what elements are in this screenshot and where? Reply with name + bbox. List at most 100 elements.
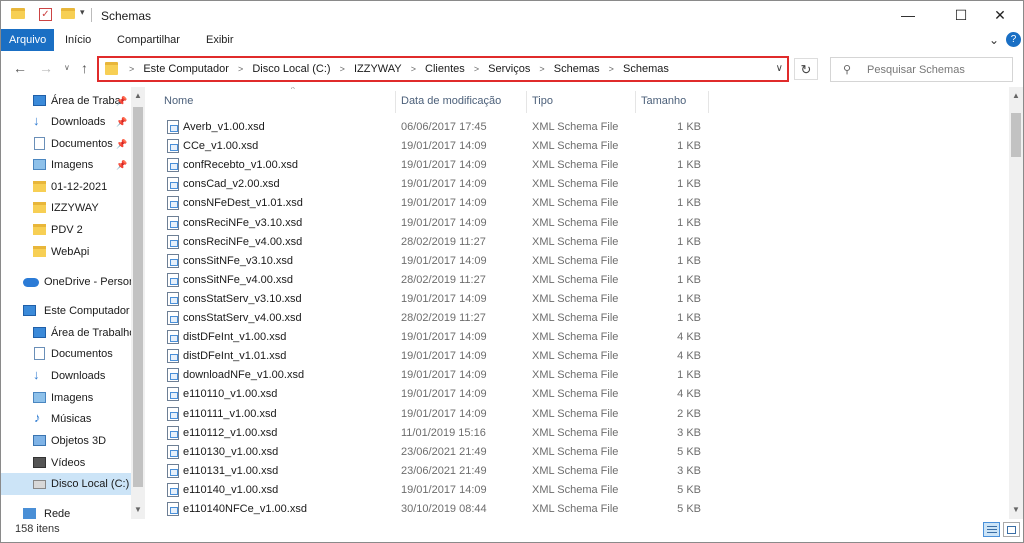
- scroll-down-icon[interactable]: ▼: [131, 505, 145, 514]
- nav-item-downloads-pc[interactable]: ↓ Downloads: [1, 365, 131, 387]
- file-row[interactable]: distDFeInt_v1.01.xsd 19/01/2017 14:09 XML …: [147, 347, 707, 366]
- tab-exibir[interactable]: Exibir: [206, 29, 234, 51]
- recent-locations-icon[interactable]: ∨: [64, 63, 70, 72]
- nav-item-este-computador[interactable]: Este Computador: [1, 300, 131, 322]
- minimize-button[interactable]: —: [885, 1, 931, 29]
- scroll-up-icon[interactable]: ▲: [131, 91, 145, 100]
- nav-item-objetos-3d[interactable]: Objetos 3D: [1, 430, 131, 452]
- file-type: XML Schema File: [532, 369, 619, 382]
- file-list-scrollbar[interactable]: ▲ ▼: [1009, 87, 1023, 519]
- details-view-button[interactable]: [983, 522, 1000, 537]
- nav-item-izzyway[interactable]: IZZYWAY: [1, 197, 131, 219]
- file-row[interactable]: e110131_v1.00.xsd 23/06/2021 21:49 XML Sch…: [147, 462, 707, 481]
- nav-item-label: Documentos: [51, 138, 113, 150]
- file-row[interactable]: consNFeDest_v1.01.xsd 19/01/2017 14:09 XML…: [147, 194, 707, 213]
- file-row[interactable]: e110111_v1.00.xsd 19/01/2017 14:09 XML Sch…: [147, 405, 707, 424]
- file-name: e110130_v1.00.xsd: [183, 445, 279, 458]
- nav-item-webapi[interactable]: WebApi: [1, 241, 131, 263]
- close-button[interactable]: ✕: [977, 1, 1023, 29]
- forward-arrow-icon[interactable]: →: [39, 60, 53, 76]
- column-header-tamanho[interactable]: Tamanho: [641, 87, 686, 115]
- nav-item-documentos-pc[interactable]: Documentos: [1, 343, 131, 365]
- file-row[interactable]: consSitNFe_v4.00.xsd 28/02/2019 11:27 XML …: [147, 271, 707, 290]
- file-size: 1 KB: [677, 178, 701, 191]
- back-arrow-icon[interactable]: ←: [13, 60, 27, 76]
- refresh-button[interactable]: ↻: [794, 58, 818, 80]
- search-input[interactable]: ⚲ Pesquisar Schemas: [830, 57, 1013, 82]
- scroll-up-icon[interactable]: ▲: [1009, 91, 1023, 100]
- new-folder-icon[interactable]: [61, 8, 75, 19]
- crumb-schemas-current[interactable]: Schemas: [623, 58, 669, 80]
- nav-item-imagens-pc[interactable]: Imagens: [1, 387, 131, 409]
- nav-item-videos[interactable]: Vídeos: [1, 452, 131, 474]
- chevron-right-icon[interactable]: >: [129, 58, 134, 80]
- file-row[interactable]: consReciNFe_v3.10.xsd 19/01/2017 14:09 XML…: [147, 214, 707, 233]
- up-arrow-icon[interactable]: ↑: [81, 60, 88, 76]
- crumb-servicos[interactable]: Serviços: [488, 58, 530, 80]
- file-row[interactable]: downloadNFe_v1.00.xsd 19/01/2017 14:09 XML…: [147, 366, 707, 385]
- nav-item-disco-local[interactable]: Disco Local (C:): [1, 473, 131, 495]
- chevron-right-icon[interactable]: >: [539, 58, 544, 80]
- column-header-tipo[interactable]: Tipo: [532, 87, 553, 115]
- nav-item-onedrive[interactable]: OneDrive - Persor: [1, 271, 133, 293]
- quick-access-toolbar-dropdown-icon[interactable]: ▾: [80, 7, 85, 18]
- column-divider[interactable]: [526, 91, 527, 113]
- address-bar[interactable]: > Este Computador > Disco Local (C:) > I…: [97, 56, 789, 82]
- file-row[interactable]: e110112_v1.00.xsd 11/01/2019 15:16 XML Sch…: [147, 424, 707, 443]
- file-row[interactable]: Averb_v1.00.xsd 06/06/2017 17:45 XML Schem…: [147, 118, 707, 137]
- crumb-disco-local[interactable]: Disco Local (C:): [252, 58, 330, 80]
- file-row[interactable]: confRecebto_v1.00.xsd 19/01/2017 14:09 XML…: [147, 156, 707, 175]
- file-size: 1 KB: [677, 312, 701, 324]
- file-row[interactable]: e110130_v1.00.xsd 23/06/2021 21:49 XML Sch…: [147, 443, 707, 462]
- large-icons-view-button[interactable]: [1003, 522, 1020, 537]
- crumb-clientes[interactable]: Clientes: [425, 58, 465, 80]
- nav-item-pdv-2[interactable]: PDV 2: [1, 219, 131, 241]
- file-row[interactable]: consReciNFe_v4.00.xsd 28/02/2019 11:27 XML…: [147, 233, 707, 252]
- file-name: consNFeDest_v1.01.xsd: [183, 197, 303, 210]
- nav-item-rede[interactable]: Rede: [1, 503, 131, 519]
- xsd-file-icon: [167, 234, 179, 249]
- tab-inicio[interactable]: Início: [65, 29, 91, 51]
- file-list-scrollbar-thumb[interactable]: [1011, 113, 1021, 157]
- nav-item-area-de-trabalho[interactable]: Área de Traba 📌: [1, 90, 131, 112]
- tab-compartilhar[interactable]: Compartilhar: [117, 29, 180, 51]
- scroll-down-icon[interactable]: ▼: [1009, 505, 1023, 514]
- file-row[interactable]: e110140_v1.00.xsd 19/01/2017 14:09 XML Sch…: [147, 481, 707, 500]
- file-row[interactable]: consCad_v2.00.xsd 19/01/2017 14:09 XML Sch…: [147, 175, 707, 194]
- file-row[interactable]: e110110_v1.00.xsd 19/01/2017 14:09 XML Sch…: [147, 385, 707, 404]
- file-type: XML Schema File: [532, 445, 619, 458]
- crumb-schemas[interactable]: Schemas: [554, 58, 600, 80]
- chevron-right-icon[interactable]: >: [609, 58, 614, 80]
- chevron-right-icon[interactable]: >: [411, 58, 416, 80]
- file-row[interactable]: distDFeInt_v1.00.xsd 19/01/2017 14:09 XML …: [147, 328, 707, 347]
- properties-icon[interactable]: ✓: [39, 8, 52, 21]
- address-dropdown-icon[interactable]: ∨: [776, 58, 783, 80]
- column-divider[interactable]: [708, 91, 709, 113]
- tab-arquivo[interactable]: Arquivo: [1, 29, 55, 51]
- column-header-nome[interactable]: ^ Nome: [164, 87, 295, 115]
- nav-item-imagens[interactable]: Imagens 📌: [1, 154, 131, 176]
- file-row[interactable]: consSitNFe_v3.10.xsd 19/01/2017 14:09 XML …: [147, 252, 707, 271]
- chevron-right-icon[interactable]: >: [238, 58, 243, 80]
- column-divider[interactable]: [395, 91, 396, 113]
- chevron-right-icon[interactable]: >: [474, 58, 479, 80]
- nav-scrollbar-thumb[interactable]: [133, 107, 143, 487]
- title-bar[interactable]: ✓ ▾ Schemas — ☐ ✕: [1, 1, 1023, 29]
- nav-item-area-de-trabalho-pc[interactable]: Área de Trabalho: [1, 322, 135, 344]
- chevron-right-icon[interactable]: >: [340, 58, 345, 80]
- file-row[interactable]: CCe_v1.00.xsd 19/01/2017 14:09 XML Schema …: [147, 137, 707, 156]
- nav-item-downloads[interactable]: ↓ Downloads 📌: [1, 111, 131, 133]
- help-icon[interactable]: ?: [1006, 32, 1021, 47]
- column-header-data[interactable]: Data de modificação: [401, 87, 501, 115]
- expand-ribbon-icon[interactable]: ⌄: [989, 29, 999, 51]
- nav-item-documentos[interactable]: Documentos 📌: [1, 133, 131, 155]
- column-divider[interactable]: [635, 91, 636, 113]
- file-row[interactable]: e110140NFCe_v1.00.xsd 30/10/2019 08:44 XML…: [147, 500, 707, 519]
- crumb-izzyway[interactable]: IZZYWAY: [354, 58, 402, 80]
- nav-scrollbar[interactable]: ▲ ▼: [131, 87, 145, 519]
- nav-item-musicas[interactable]: ♪ Músicas: [1, 408, 131, 430]
- file-row[interactable]: consStatServ_v3.10.xsd 19/01/2017 14:09 XM…: [147, 290, 707, 309]
- crumb-este-computador[interactable]: Este Computador: [143, 58, 229, 80]
- file-row[interactable]: consStatServ_v4.00.xsd 28/02/2019 11:27 XM…: [147, 309, 707, 328]
- nav-item-01-12-2021[interactable]: 01-12-2021: [1, 176, 131, 198]
